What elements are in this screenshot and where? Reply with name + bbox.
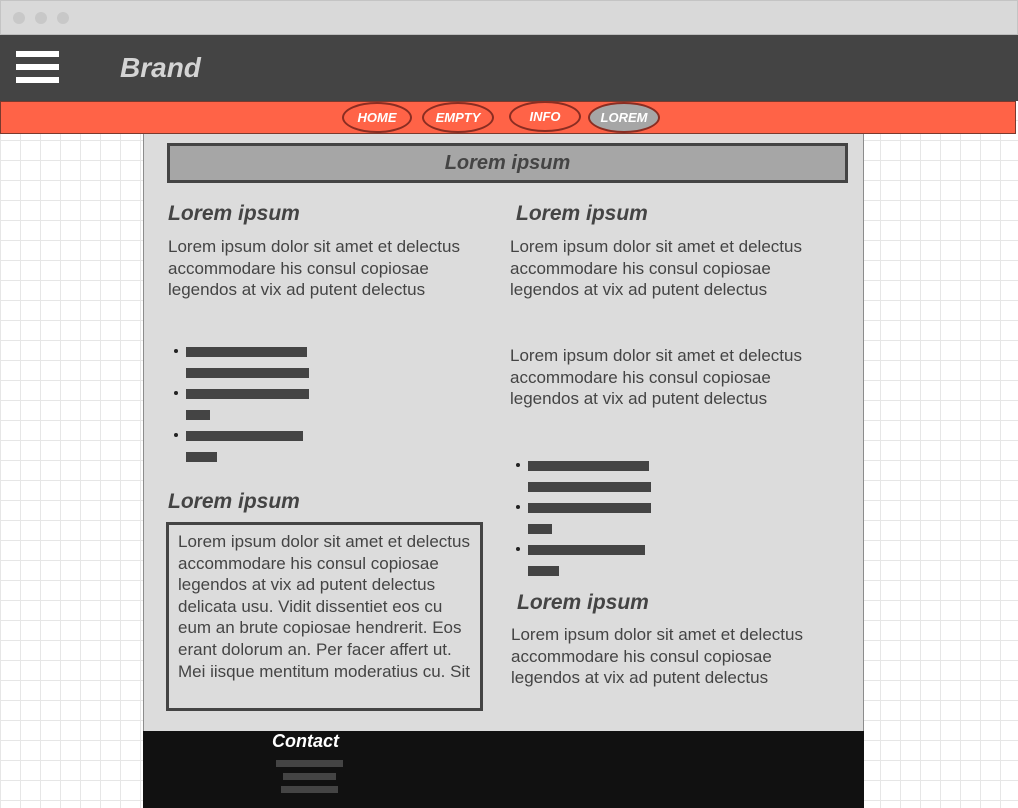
right-heading-1: Lorem ipsum	[516, 202, 648, 225]
nav-bar: HOME EMPTY INFO LOREM	[0, 101, 1016, 134]
list-item	[516, 460, 688, 481]
list-item	[186, 367, 346, 388]
right-paragraph-2: Lorem ipsum dolor sit amet et delectus a…	[510, 346, 802, 409]
list-item	[174, 346, 346, 367]
left-heading-1: Lorem ipsum	[168, 202, 300, 225]
site-footer: Contact	[143, 731, 864, 808]
hamburger-icon[interactable]	[16, 50, 60, 86]
list-item	[528, 481, 688, 502]
list-item	[186, 409, 346, 430]
nav-item-info[interactable]: INFO	[509, 101, 581, 132]
right-paragraph-3: Lorem ipsum dolor sit amet et delectus a…	[511, 625, 803, 688]
footer-contact-title: Contact	[272, 731, 339, 751]
left-heading-2: Lorem ipsum	[168, 490, 300, 513]
footer-link[interactable]	[283, 773, 336, 780]
boxed-text-panel: Lorem ipsum dolor sit amet et delectus a…	[166, 522, 483, 711]
list-item	[516, 544, 688, 565]
brand-logo[interactable]: Brand	[120, 52, 201, 84]
window-titlebar	[0, 0, 1018, 35]
list-item	[174, 430, 346, 451]
nav-item-home[interactable]: HOME	[342, 102, 412, 133]
main-content: Lorem ipsum Lorem ipsum Lorem ipsum dolo…	[143, 134, 864, 731]
footer-link[interactable]	[281, 786, 338, 793]
content-banner: Lorem ipsum	[167, 143, 848, 183]
list-item	[174, 388, 346, 409]
list-item	[528, 523, 688, 544]
site-header: Brand	[0, 35, 1018, 101]
footer-link[interactable]	[276, 760, 343, 767]
left-paragraph-1: Lorem ipsum dolor sit amet et delectus a…	[168, 237, 460, 300]
nav-item-lorem[interactable]: LOREM	[588, 102, 660, 133]
nav-item-empty[interactable]: EMPTY	[422, 102, 494, 133]
minimize-window-icon[interactable]	[35, 12, 47, 24]
list-item	[516, 502, 688, 523]
right-heading-2: Lorem ipsum	[517, 591, 649, 614]
list-item	[528, 565, 688, 586]
close-window-icon[interactable]	[13, 12, 25, 24]
right-paragraph-1: Lorem ipsum dolor sit amet et delectus a…	[510, 237, 802, 300]
right-bullet-list	[516, 460, 688, 586]
maximize-window-icon[interactable]	[57, 12, 69, 24]
list-item	[186, 451, 346, 472]
left-bullet-list	[174, 346, 346, 472]
